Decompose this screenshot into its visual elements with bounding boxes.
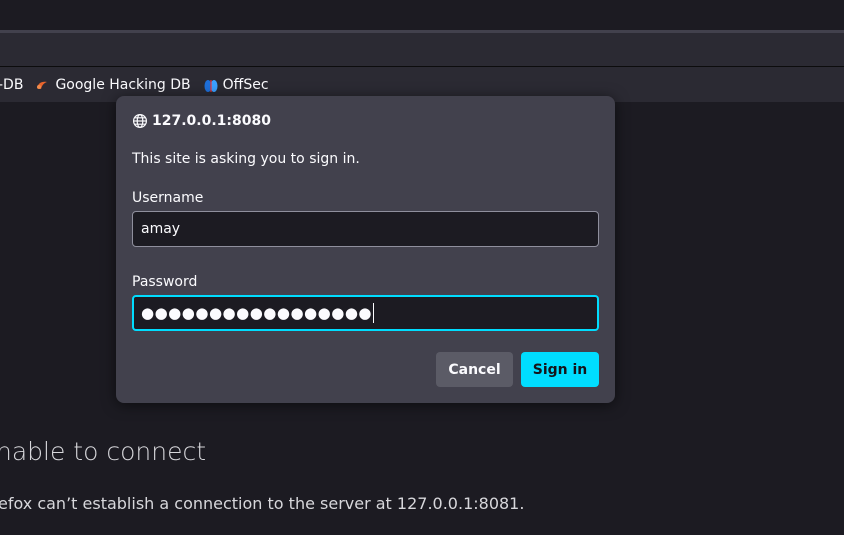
username-label: Username (132, 190, 204, 206)
cancel-button[interactable]: Cancel (436, 352, 513, 387)
username-value: amay (141, 221, 181, 237)
bookmark-offsec[interactable]: OffSec (203, 77, 269, 93)
bookmark-label: -DB (0, 76, 24, 93)
navigation-toolbar (0, 30, 844, 66)
error-description: efox can’t establish a connection to the… (0, 494, 525, 513)
text-caret (373, 303, 375, 323)
dialog-message: This site is asking you to sign in. (132, 151, 360, 167)
password-value: ●●●●●●●●●●●●●●●●● (141, 304, 373, 322)
password-field[interactable]: ●●●●●●●●●●●●●●●●● (132, 295, 599, 331)
tab-strip (0, 0, 844, 30)
http-auth-dialog: 127.0.0.1:8080 This site is asking you t… (116, 96, 615, 403)
origin-text: 127.0.0.1:8080 (152, 113, 271, 129)
ghdb-icon (35, 78, 49, 92)
bookmark-google-hacking-db[interactable]: Google Hacking DB (35, 76, 191, 93)
password-label: Password (132, 274, 198, 290)
globe-icon (132, 113, 148, 129)
error-title: nable to connect (0, 437, 207, 466)
bookmark-exploit-db[interactable]: -DB (0, 77, 23, 93)
username-field[interactable]: amay (132, 211, 599, 247)
offsec-icon (203, 78, 218, 92)
dialog-origin: 127.0.0.1:8080 (132, 113, 271, 129)
sign-in-button[interactable]: Sign in (521, 352, 599, 387)
bookmark-label: OffSec (222, 76, 269, 93)
bookmark-label: Google Hacking DB (55, 76, 191, 93)
